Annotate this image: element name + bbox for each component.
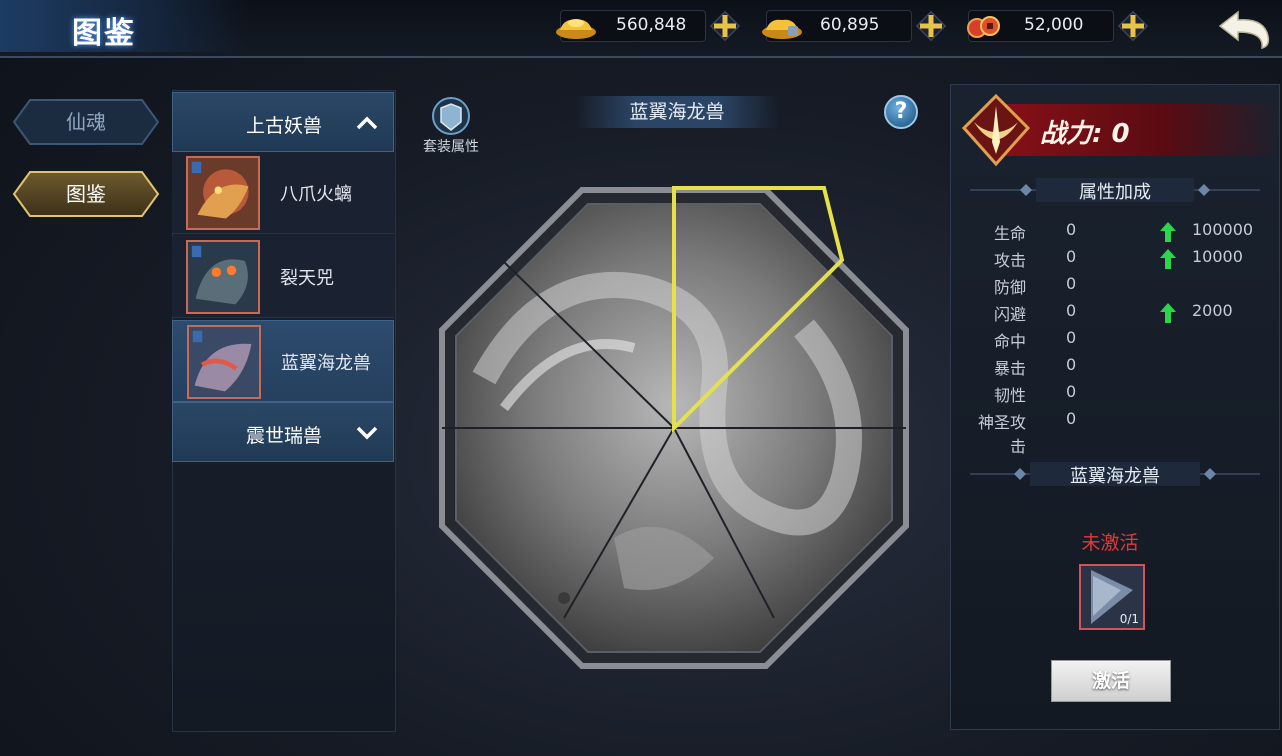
- attribute-name: 命中: [993, 332, 1026, 351]
- attribute-row: 神圣攻击 0: [966, 409, 1266, 456]
- attr-section-header: 属性加成: [970, 176, 1260, 204]
- gold-ingot-icon: [556, 19, 596, 39]
- attribute-row: 韧性 0: [966, 382, 1266, 408]
- beast-name: 八爪火螭: [280, 184, 352, 205]
- attribute-name: 神圣攻击: [977, 413, 1026, 456]
- attribute-name: 暴击: [993, 359, 1026, 378]
- activate-button[interactable]: 激活: [1051, 660, 1171, 702]
- copper-coin-icon: [967, 16, 1000, 38]
- attribute-value: 0: [1066, 220, 1077, 239]
- add-bound-gold-button[interactable]: [912, 8, 950, 44]
- power-emblem-icon: [961, 93, 1031, 167]
- help-button[interactable]: ?: [884, 95, 918, 129]
- tab-xianhun[interactable]: 仙魂: [12, 98, 160, 146]
- attribute-value: 0: [1066, 355, 1077, 374]
- attribute-name: 攻击: [993, 251, 1026, 270]
- gold-value: 560,848: [616, 15, 687, 35]
- beast-name: 裂天兕: [280, 268, 334, 289]
- attribute-bonus: 10000: [1192, 247, 1243, 266]
- armor-icon: [432, 97, 470, 135]
- top-bar: 图鉴 560,848 60,895 52,000: [0, 0, 1282, 58]
- chevron-up-icon: [356, 116, 378, 130]
- beast-illustration-octagon: [439, 186, 909, 669]
- bound-gold-value: 60,895: [820, 15, 880, 35]
- up-arrow-icon: [1160, 249, 1176, 269]
- tab-xianhun-label: 仙魂: [66, 110, 106, 134]
- attribute-name: 防御: [993, 278, 1026, 297]
- attribute-bonus: 2000: [1192, 301, 1233, 320]
- attribute-value: 0: [1066, 328, 1077, 347]
- beast-name: 蓝翼海龙兽: [281, 353, 371, 374]
- suit-attribute-button[interactable]: 套装属性: [418, 96, 484, 156]
- currency-coin: 52,000: [967, 8, 1168, 44]
- power-bar: [990, 104, 1282, 156]
- page-title: 图鉴: [72, 16, 136, 51]
- attribute-row: 防御 0: [966, 274, 1266, 300]
- fragment-slot[interactable]: 0/1: [1079, 564, 1145, 630]
- coin-value: 52,000: [1024, 15, 1084, 35]
- currency-gold: 560,848: [556, 8, 760, 44]
- chevron-down-icon: [356, 426, 378, 440]
- attribute-row: 闪避 0 2000: [966, 301, 1266, 327]
- attribute-row: 攻击 0 10000: [966, 247, 1266, 273]
- list-item[interactable]: 八爪火螭: [172, 152, 394, 234]
- beast-title: 蓝翼海龙兽: [574, 96, 780, 128]
- up-arrow-icon: [1160, 222, 1176, 242]
- attribute-bonus: 100000: [1192, 220, 1254, 239]
- bound-gold-ingot-icon: [762, 19, 802, 39]
- beast-portrait: [186, 240, 260, 314]
- attribute-value: 0: [1066, 274, 1077, 293]
- tab-tujian[interactable]: 图鉴: [12, 170, 160, 218]
- attribute-value: 0: [1066, 409, 1077, 428]
- attribute-value: 0: [1066, 247, 1077, 266]
- group-header-shanggu[interactable]: 上古妖兽: [172, 92, 394, 152]
- suit-attribute-label: 套装属性: [423, 139, 479, 155]
- list-item-selected[interactable]: 蓝翼海龙兽: [172, 320, 394, 402]
- add-gold-button[interactable]: [706, 8, 744, 44]
- power-value: 战力: 0: [1040, 119, 1130, 149]
- attribute-row: 生命 0 100000: [966, 220, 1266, 246]
- back-arrow-icon[interactable]: [1212, 6, 1278, 52]
- up-arrow-icon: [1160, 303, 1176, 323]
- beast-portrait: [186, 156, 260, 230]
- list-item[interactable]: 裂天兕: [172, 236, 394, 318]
- attribute-name: 生命: [993, 224, 1026, 243]
- attribute-name: 闪避: [993, 305, 1026, 324]
- attribute-row: 暴击 0: [966, 355, 1266, 381]
- attribute-row: 命中 0: [966, 328, 1266, 354]
- beast-section-title: 蓝翼海龙兽: [1070, 466, 1160, 487]
- beast-portrait: [187, 325, 261, 399]
- attribute-value: 0: [1066, 382, 1077, 401]
- status-text: 未激活: [1081, 532, 1139, 554]
- beast-section-header: 蓝翼海龙兽: [970, 460, 1260, 488]
- currency-bound-gold: 60,895: [762, 8, 966, 44]
- fragment-count: 0/1: [1119, 612, 1139, 626]
- attribute-value: 0: [1066, 301, 1077, 320]
- tab-tujian-label: 图鉴: [66, 182, 106, 206]
- group-header-zhenshi[interactable]: 震世瑞兽: [172, 402, 394, 462]
- attribute-name: 韧性: [993, 386, 1026, 405]
- attr-section-title: 属性加成: [1079, 182, 1151, 203]
- add-coin-button[interactable]: [1114, 8, 1152, 44]
